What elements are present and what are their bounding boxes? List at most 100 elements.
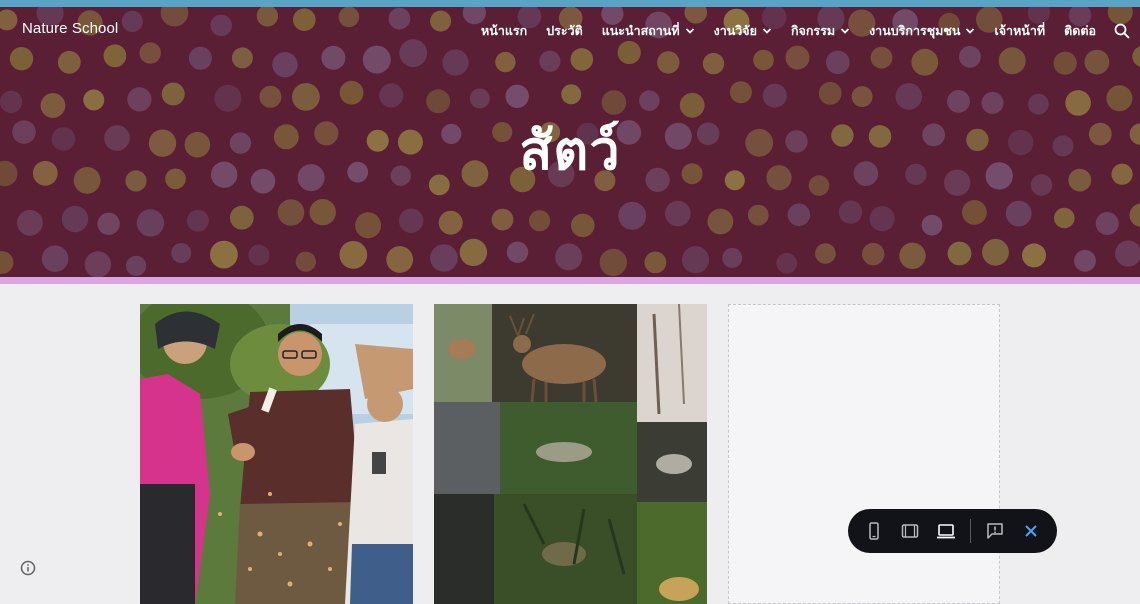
bokeh-dot — [899, 243, 925, 269]
bokeh-dot — [399, 209, 423, 233]
bokeh-dot — [379, 83, 403, 107]
bokeh-dot — [1022, 243, 1046, 267]
bokeh-dot — [871, 47, 893, 69]
bokeh-dot — [763, 84, 787, 108]
bokeh-dot — [439, 211, 463, 235]
bokeh-dot — [776, 253, 797, 274]
bokeh-dot — [1054, 208, 1075, 229]
bokeh-dot — [442, 49, 468, 75]
bokeh-dot — [104, 44, 127, 67]
page-title: สัตว์ — [0, 107, 1140, 193]
bokeh-dot — [682, 246, 709, 273]
bokeh-dot — [386, 246, 413, 273]
bokeh-dot — [555, 243, 582, 270]
bokeh-dot — [708, 209, 734, 235]
bokeh-dot — [962, 200, 987, 225]
bokeh-dot — [97, 213, 119, 235]
bokeh-dot — [645, 252, 667, 274]
nav-item-staff[interactable]: เจ้าหน้าที่ — [994, 21, 1045, 41]
bokeh-dot — [355, 212, 381, 238]
bokeh-dot — [58, 51, 81, 74]
toolbar-divider — [970, 519, 971, 543]
bokeh-dot — [1054, 52, 1077, 75]
bokeh-dot — [42, 245, 69, 272]
nav-item-places[interactable]: แนะนำสถานที่ — [602, 21, 695, 41]
bokeh-dot — [293, 8, 316, 31]
bokeh-dot — [982, 239, 1009, 266]
hero-divider — [0, 277, 1140, 284]
bokeh-dot — [862, 243, 884, 265]
bokeh-dot — [819, 82, 842, 105]
nav-item-research[interactable]: งานวิจัย — [714, 21, 772, 41]
bokeh-dot — [722, 248, 742, 268]
laptop-preview-button[interactable] — [928, 513, 964, 549]
bokeh-dot — [272, 52, 297, 77]
close-icon — [1023, 523, 1039, 539]
bokeh-dot — [571, 214, 595, 238]
nav-item-home[interactable]: หน้าแรก — [481, 21, 527, 41]
bokeh-dot — [529, 210, 550, 231]
bokeh-dot — [786, 46, 810, 70]
bokeh-dot — [492, 209, 514, 231]
bokeh-dot — [911, 49, 938, 76]
bokeh-dot — [171, 243, 191, 263]
bokeh-dot — [959, 46, 981, 68]
main-nav: หน้าแรก ประวัติ แนะนำสถานที่ งานวิจัย กิ… — [462, 21, 1130, 41]
preview-toolbar — [848, 509, 1057, 553]
bokeh-dot — [248, 245, 269, 266]
info-icon[interactable] — [20, 560, 36, 576]
empty-placeholder — [728, 304, 1000, 604]
bokeh-dot — [815, 243, 836, 264]
search-icon[interactable] — [1114, 23, 1130, 39]
bokeh-dot — [17, 210, 43, 236]
bokeh-dot — [230, 206, 254, 230]
bokeh-dot — [399, 39, 427, 67]
bokeh-dot — [999, 47, 1026, 74]
close-preview-button[interactable] — [1013, 513, 1049, 549]
feedback-icon — [986, 522, 1004, 540]
nav-item-contact[interactable]: ติดต่อ — [1064, 21, 1096, 41]
bokeh-dot — [389, 8, 411, 30]
nav-item-activities[interactable]: กิจกรรม — [791, 21, 850, 41]
people-photo-image — [140, 304, 413, 604]
bokeh-dot — [232, 47, 253, 68]
bokeh-dot — [296, 252, 316, 272]
people-photo[interactable] — [140, 304, 413, 604]
bokeh-dot — [618, 202, 646, 230]
bokeh-dot — [618, 41, 641, 64]
tablet-preview-button[interactable] — [892, 513, 928, 549]
bokeh-dot — [922, 215, 943, 236]
bokeh-dot — [460, 239, 487, 266]
bokeh-dot — [1096, 212, 1119, 235]
bokeh-dot — [539, 51, 560, 72]
chevron-down-icon — [840, 26, 850, 36]
bokeh-dot — [339, 241, 367, 269]
bokeh-dot — [1006, 201, 1032, 227]
nav-item-history[interactable]: ประวัติ — [546, 21, 583, 41]
nav-item-community[interactable]: งานบริการชุมชน — [869, 21, 975, 41]
phone-preview-button[interactable] — [856, 513, 892, 549]
bokeh-dot — [495, 52, 515, 72]
laptop-icon — [936, 522, 956, 540]
bokeh-dot — [62, 206, 88, 232]
bokeh-dot — [210, 15, 232, 37]
phone-icon — [866, 522, 882, 540]
feedback-button[interactable] — [977, 513, 1013, 549]
bokeh-dot — [788, 203, 811, 226]
bokeh-dot — [1074, 250, 1096, 272]
chevron-down-icon — [965, 26, 975, 36]
bokeh-dot — [561, 84, 581, 104]
bokeh-dot — [310, 199, 336, 225]
bokeh-dot — [210, 241, 238, 269]
bokeh-dot — [321, 46, 345, 70]
bokeh-dot — [189, 47, 212, 70]
browser-top-strip — [0, 0, 1140, 7]
bokeh-dot — [730, 81, 752, 103]
bokeh-dot — [430, 244, 458, 272]
wildlife-collage[interactable] — [434, 304, 707, 604]
bokeh-dot — [340, 81, 364, 105]
bokeh-dot — [748, 205, 769, 226]
bokeh-dot — [839, 200, 862, 223]
bokeh-dot — [571, 48, 594, 71]
site-title[interactable]: Nature School — [22, 20, 118, 37]
